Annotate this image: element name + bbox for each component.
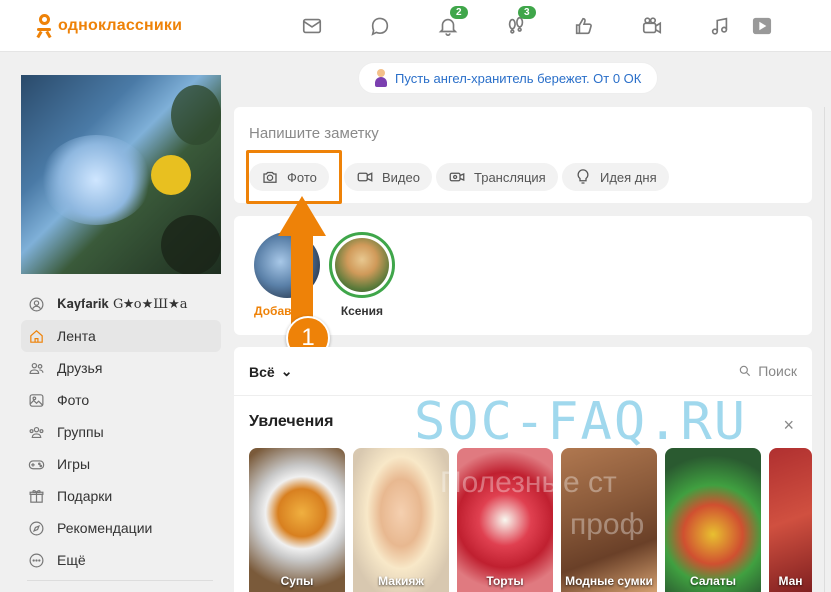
sidebar-item-label: Группы <box>57 424 104 440</box>
compass-icon <box>27 519 45 537</box>
sidebar-menu: 𝐊𝐚𝐲𝐟𝐚𝐫𝐢𝐤 G★о★Ш★а Лента Друзья Фото Групп… <box>21 288 221 576</box>
notifications-icon[interactable]: 2 <box>436 6 468 38</box>
sidebar-item-friends[interactable]: Друзья <box>21 352 221 384</box>
feed-filter-label: Всё <box>249 363 275 380</box>
broadcast-label: Трансляция <box>474 169 546 185</box>
hobby-tile[interactable]: Ман <box>769 448 812 592</box>
sidebar-item-feed[interactable]: Лента <box>21 320 221 352</box>
hobby-tile[interactable]: Торты <box>457 448 553 592</box>
profile-avatar[interactable] <box>21 75 221 274</box>
chevron-down-icon: ⌄ <box>280 363 293 379</box>
idea-of-day-button[interactable]: Идея дня <box>562 163 669 191</box>
annotation-arrow-shaft <box>291 228 313 328</box>
friends-icon <box>27 359 45 377</box>
guardian-text: Пусть ангел-хранитель бережет. От 0 ОК <box>395 70 642 86</box>
sidebar-item-label: Игры <box>57 456 91 472</box>
sidebar-item-label: Друзья <box>57 360 103 376</box>
sidebar-item-label: Фото <box>57 392 90 408</box>
hobby-tile[interactable]: Макияж <box>353 448 449 592</box>
home-icon <box>27 327 45 345</box>
sidebar-item-more[interactable]: Ещё <box>21 544 221 576</box>
hobby-label: Торты <box>486 574 524 588</box>
feed-divider <box>234 395 812 396</box>
feed-search[interactable]: Поиск <box>738 363 797 379</box>
hobby-label: Супы <box>280 574 314 588</box>
guardian-angel-banner[interactable]: Пусть ангел-хранитель бережет. От 0 ОК <box>358 62 659 94</box>
gift-icon <box>27 487 45 505</box>
sidebar-item-groups[interactable]: Группы <box>21 416 221 448</box>
guests-icon[interactable]: 3 <box>504 6 536 38</box>
add-video-button[interactable]: Видео <box>344 163 432 191</box>
games-icon <box>27 455 45 473</box>
story-label: Ксения <box>340 304 384 318</box>
games-play-icon[interactable] <box>750 14 774 38</box>
story-item[interactable]: Ксения <box>329 232 395 318</box>
groups-icon <box>27 423 45 441</box>
hobbies-title: Увлечения <box>249 413 334 430</box>
sidebar-item-gifts[interactable]: Подарки <box>21 480 221 512</box>
hobby-label: Модные сумки <box>565 574 653 588</box>
angel-icon <box>373 69 389 87</box>
photo-icon <box>27 391 45 409</box>
hobby-tile[interactable]: Супы <box>249 448 345 592</box>
close-icon[interactable]: × <box>783 415 794 436</box>
sidebar-item-games[interactable]: Игры <box>21 448 221 480</box>
story-avatar <box>329 232 395 298</box>
add-video-label: Видео <box>382 169 420 185</box>
marks-icon[interactable] <box>572 14 596 38</box>
discussions-icon[interactable] <box>368 14 392 38</box>
hobby-label: Ман <box>778 574 803 588</box>
messages-icon[interactable] <box>300 14 324 38</box>
hobby-tile[interactable]: Модные сумки <box>561 448 657 592</box>
right-column-edge <box>824 107 825 592</box>
sidebar-item-label: Ещё <box>57 552 86 568</box>
more-icon <box>27 551 45 569</box>
feed-panel: Всё ⌄ Поиск Увлечения × Супы Макияж Торт… <box>234 347 812 592</box>
note-input[interactable]: Напишите заметку <box>249 125 379 142</box>
search-icon <box>739 365 751 377</box>
sidebar-user-name[interactable]: 𝐊𝐚𝐲𝐟𝐚𝐫𝐢𝐤 G★о★Ш★а <box>21 288 221 320</box>
sidebar-item-label: Рекомендации <box>57 520 153 536</box>
sidebar-item-recommendations[interactable]: Рекомендации <box>21 512 221 544</box>
broadcast-button[interactable]: Трансляция <box>436 163 558 191</box>
idea-of-day-label: Идея дня <box>600 169 657 185</box>
logo-text: одноклассники <box>58 17 183 34</box>
notifications-badge: 2 <box>450 6 468 19</box>
user-name-label: 𝐊𝐚𝐲𝐟𝐚𝐫𝐢𝐤 G★о★Ш★а <box>57 296 188 312</box>
user-icon <box>27 295 45 313</box>
sidebar-item-label: Подарки <box>57 488 113 504</box>
video-icon[interactable] <box>640 14 664 38</box>
music-icon[interactable] <box>708 14 732 38</box>
broadcast-icon <box>449 172 465 182</box>
guests-badge: 3 <box>518 6 536 19</box>
feed-filter-dropdown[interactable]: Всё ⌄ <box>249 363 292 380</box>
ok-logo-icon <box>36 14 52 39</box>
hobby-label: Салаты <box>690 574 736 588</box>
sidebar-item-photos[interactable]: Фото <box>21 384 221 416</box>
sidebar-item-label: Лента <box>57 328 96 344</box>
hobby-tile[interactable]: Салаты <box>665 448 761 592</box>
site-logo[interactable]: одноклассники <box>36 14 183 39</box>
top-header: одноклассники 2 3 <box>0 0 831 52</box>
lightbulb-icon <box>577 169 589 184</box>
hobby-label: Макияж <box>378 574 424 588</box>
video-camera-icon <box>357 172 373 182</box>
search-label: Поиск <box>758 363 797 379</box>
sidebar-divider <box>27 580 213 581</box>
